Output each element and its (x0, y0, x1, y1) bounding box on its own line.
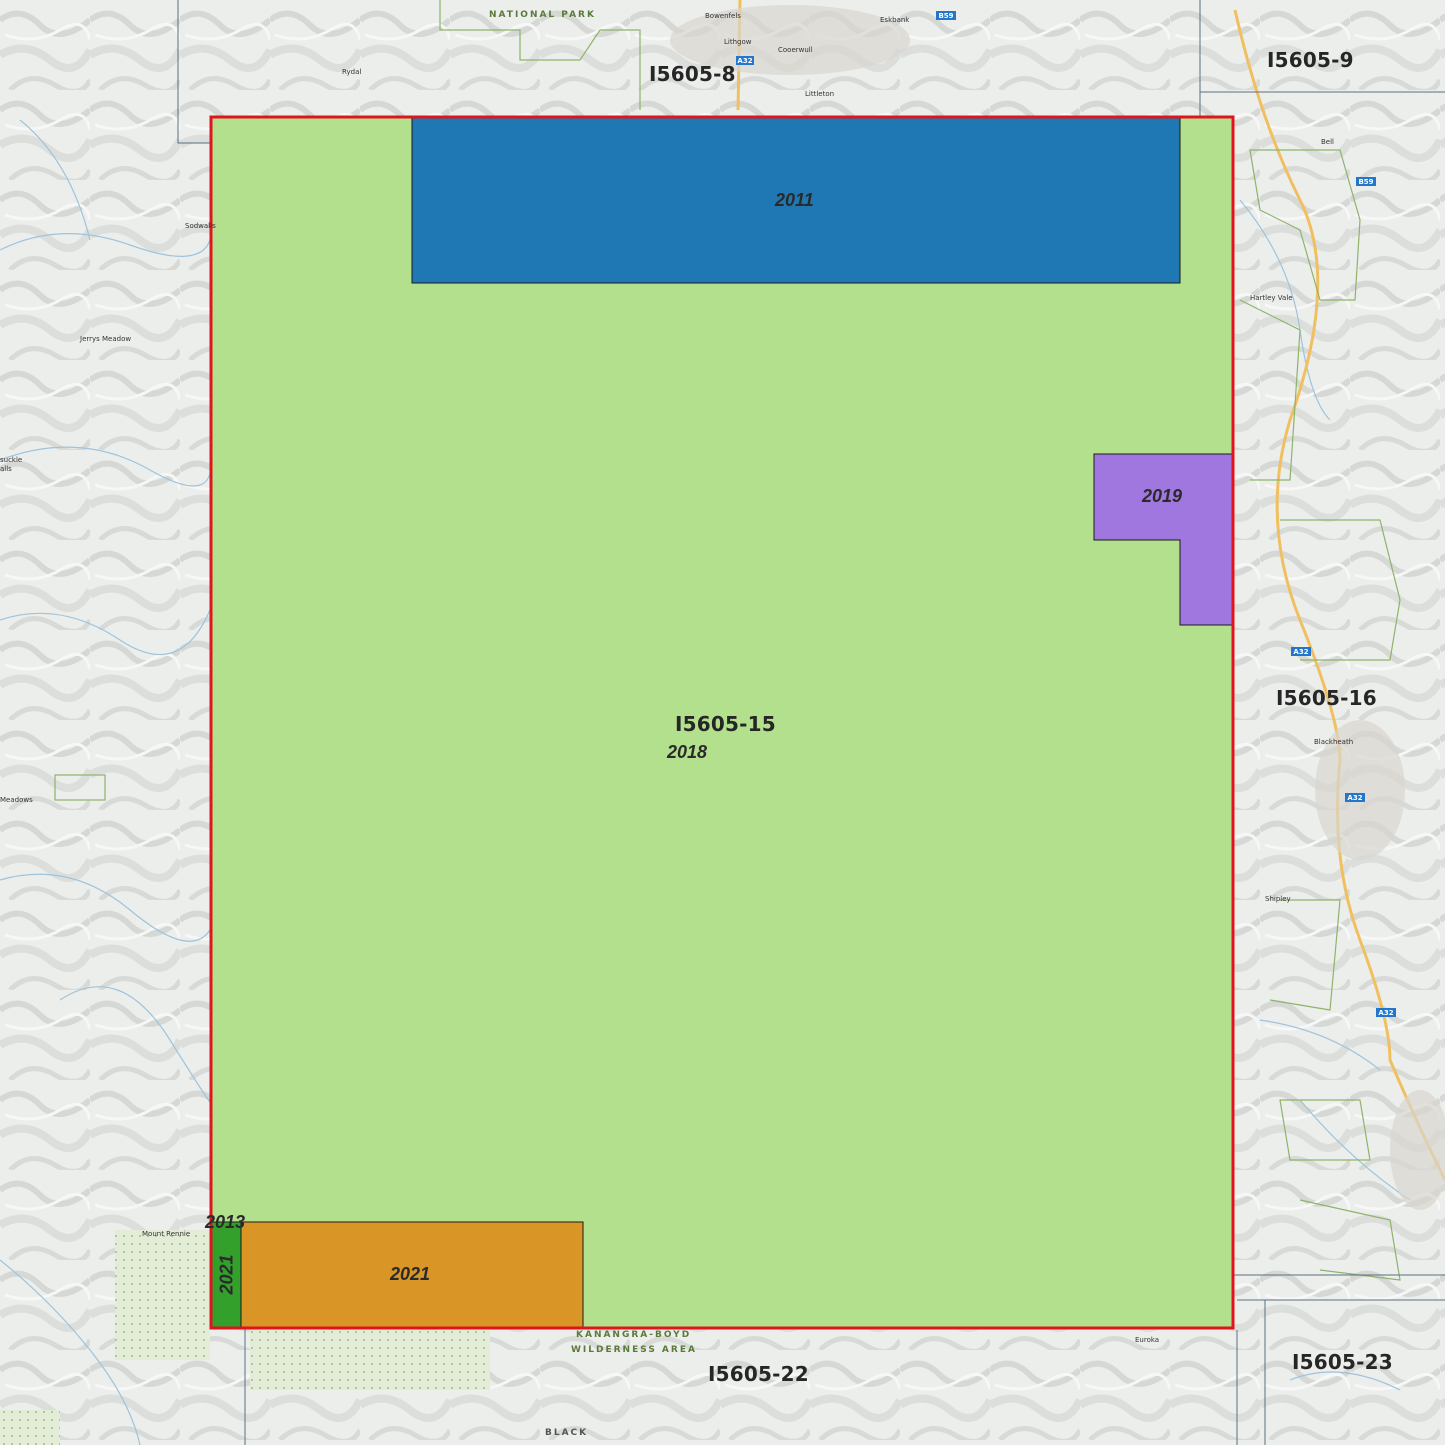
place-label: Hartley Vale (1250, 294, 1293, 302)
tile-label-center: I5605-15 (675, 712, 776, 736)
svg-text:A32: A32 (1347, 794, 1362, 802)
tile-label-north-east: I5605-9 (1267, 48, 1354, 72)
tile-label-north: I5605-8 (649, 62, 736, 86)
area-label-kanangra-2: WILDERNESS AREA (571, 1345, 697, 1355)
svg-text:B59: B59 (938, 12, 953, 20)
year-label-east-block: 2019 (1142, 486, 1183, 506)
year-label-strip-block: 2021 (216, 1254, 237, 1295)
tile-label-south: I5605-22 (708, 1362, 809, 1386)
place-label: Meadows (0, 796, 33, 804)
place-label: Mount Rennie (142, 1230, 191, 1238)
tile-label-south-east: I5605-23 (1292, 1350, 1393, 1374)
forest-patch (0, 1410, 60, 1445)
year-label-base: 2018 (667, 742, 708, 762)
place-label: Bell (1321, 138, 1334, 146)
area-label-national-park: NATIONAL PARK (489, 10, 596, 20)
place-label: Eskbank (880, 16, 910, 24)
place-label: Littleton (805, 90, 835, 98)
svg-text:A32: A32 (737, 57, 752, 65)
place-label: Shipley (1265, 895, 1291, 903)
year-label-strip-top: 2013 (205, 1212, 246, 1232)
forest-patch (250, 1330, 490, 1390)
area-label-black: BLACK (545, 1428, 589, 1438)
place-label: Jerrys Meadow (80, 335, 132, 343)
place-label: Lithgow (724, 38, 752, 46)
place-label: Bowenfels (705, 12, 741, 20)
place-label: Blackheath (1314, 738, 1354, 746)
year-label-top-block: 2011 (775, 190, 814, 210)
svg-text:A32: A32 (1378, 1009, 1393, 1017)
place-label: suckle (0, 456, 23, 464)
area-label-kanangra-1: KANANGRA-BOYD (576, 1330, 692, 1340)
place-label: alls (0, 465, 12, 473)
svg-text:B59: B59 (1358, 178, 1373, 186)
svg-text:A32: A32 (1293, 648, 1308, 656)
forest-patch (115, 1230, 210, 1360)
place-label: Sodwalls (185, 222, 216, 230)
place-label: Cooerwull (778, 46, 813, 54)
year-label-south-block: 2021 (390, 1264, 431, 1284)
place-label: Euroka (1135, 1336, 1160, 1344)
tile-label-east: I5605-16 (1276, 686, 1377, 710)
place-label: Rydal (342, 68, 362, 76)
